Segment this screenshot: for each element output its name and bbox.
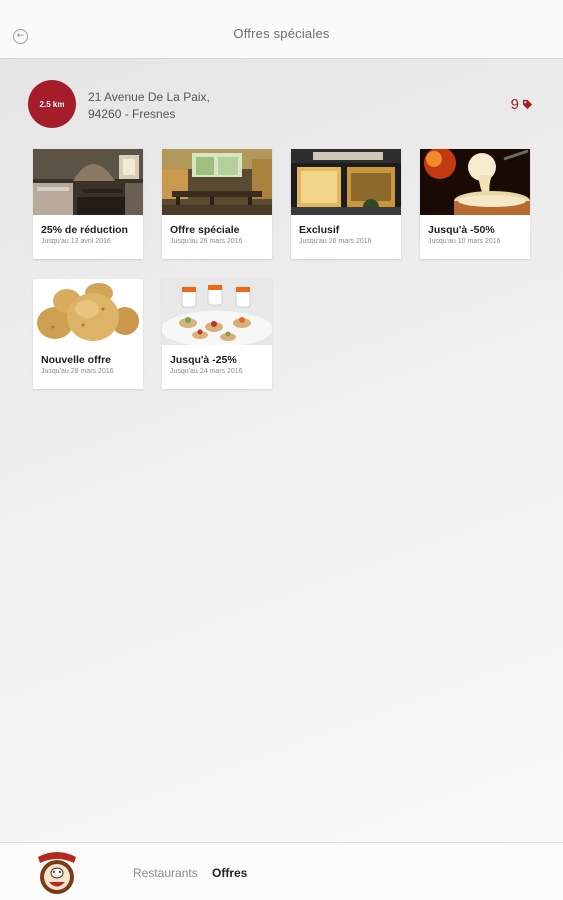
offer-date: Jusqu'au 24 mars 2016	[170, 368, 243, 375]
offer-count-button[interactable]: 9	[511, 96, 533, 113]
tag-icon	[522, 99, 533, 110]
offer-title: Jusqu'à -25%	[170, 354, 237, 366]
offer-title: Jusqu'à -50%	[428, 224, 495, 236]
address-line-2: 94260 - Fresnes	[88, 107, 176, 121]
page-title: Offres spéciales	[233, 26, 330, 41]
offer-card[interactable]: Jusqu'à -50% Jusqu'au 10 mars 2016	[420, 149, 530, 259]
offer-card[interactable]: Exclusif Jusqu'au 26 mars 2016	[291, 149, 401, 259]
offer-title: Nouvelle offre	[41, 354, 112, 366]
offer-title: Offre spéciale	[170, 224, 240, 236]
offer-count-value: 9	[510, 96, 519, 113]
offer-date: Jusqu'au 29 mars 2016	[170, 238, 243, 245]
tab-restaurants[interactable]: Restaurants	[133, 866, 198, 880]
bottom-nav-bar	[0, 842, 563, 900]
top-app-bar: ← Offres spéciales	[0, 0, 563, 59]
offer-image-appetizers	[162, 279, 272, 345]
restaurant-logo[interactable]	[32, 849, 82, 897]
offer-date: Jusqu'au 28 mars 2016	[41, 368, 114, 375]
address-line-1: 21 Avenue De La Paix,	[88, 90, 210, 104]
offer-image-restaurant-facade	[291, 149, 401, 215]
offer-title: 25% de réduction	[41, 224, 128, 236]
offer-card[interactable]: Jusqu'à -25% Jusqu'au 24 mars 2016	[162, 279, 272, 389]
distance-badge: 2.5 km	[28, 80, 76, 128]
offer-image-restaurant-interior	[33, 149, 143, 215]
offer-date: Jusqu'au 26 mars 2016	[299, 238, 372, 245]
address: 21 Avenue De La Paix, 94260 - Fresnes	[88, 89, 210, 123]
offer-image-dining-room	[162, 149, 272, 215]
offer-date: Jusqu'au 10 mars 2016	[428, 238, 501, 245]
offer-title: Exclusif	[299, 224, 340, 236]
offer-card[interactable]: Nouvelle offre Jusqu'au 28 mars 2016	[33, 279, 143, 389]
offer-date: Jusqu'au 13 avril 2016	[41, 238, 111, 245]
tab-offers[interactable]: Offres	[212, 866, 247, 880]
offer-card[interactable]: Offre spéciale Jusqu'au 29 mars 2016	[162, 149, 272, 259]
offer-image-raclette-cheese	[420, 149, 530, 215]
offer-card[interactable]: 25% de réduction Jusqu'au 13 avril 2016	[33, 149, 143, 259]
offer-image-potatoes	[33, 279, 143, 345]
